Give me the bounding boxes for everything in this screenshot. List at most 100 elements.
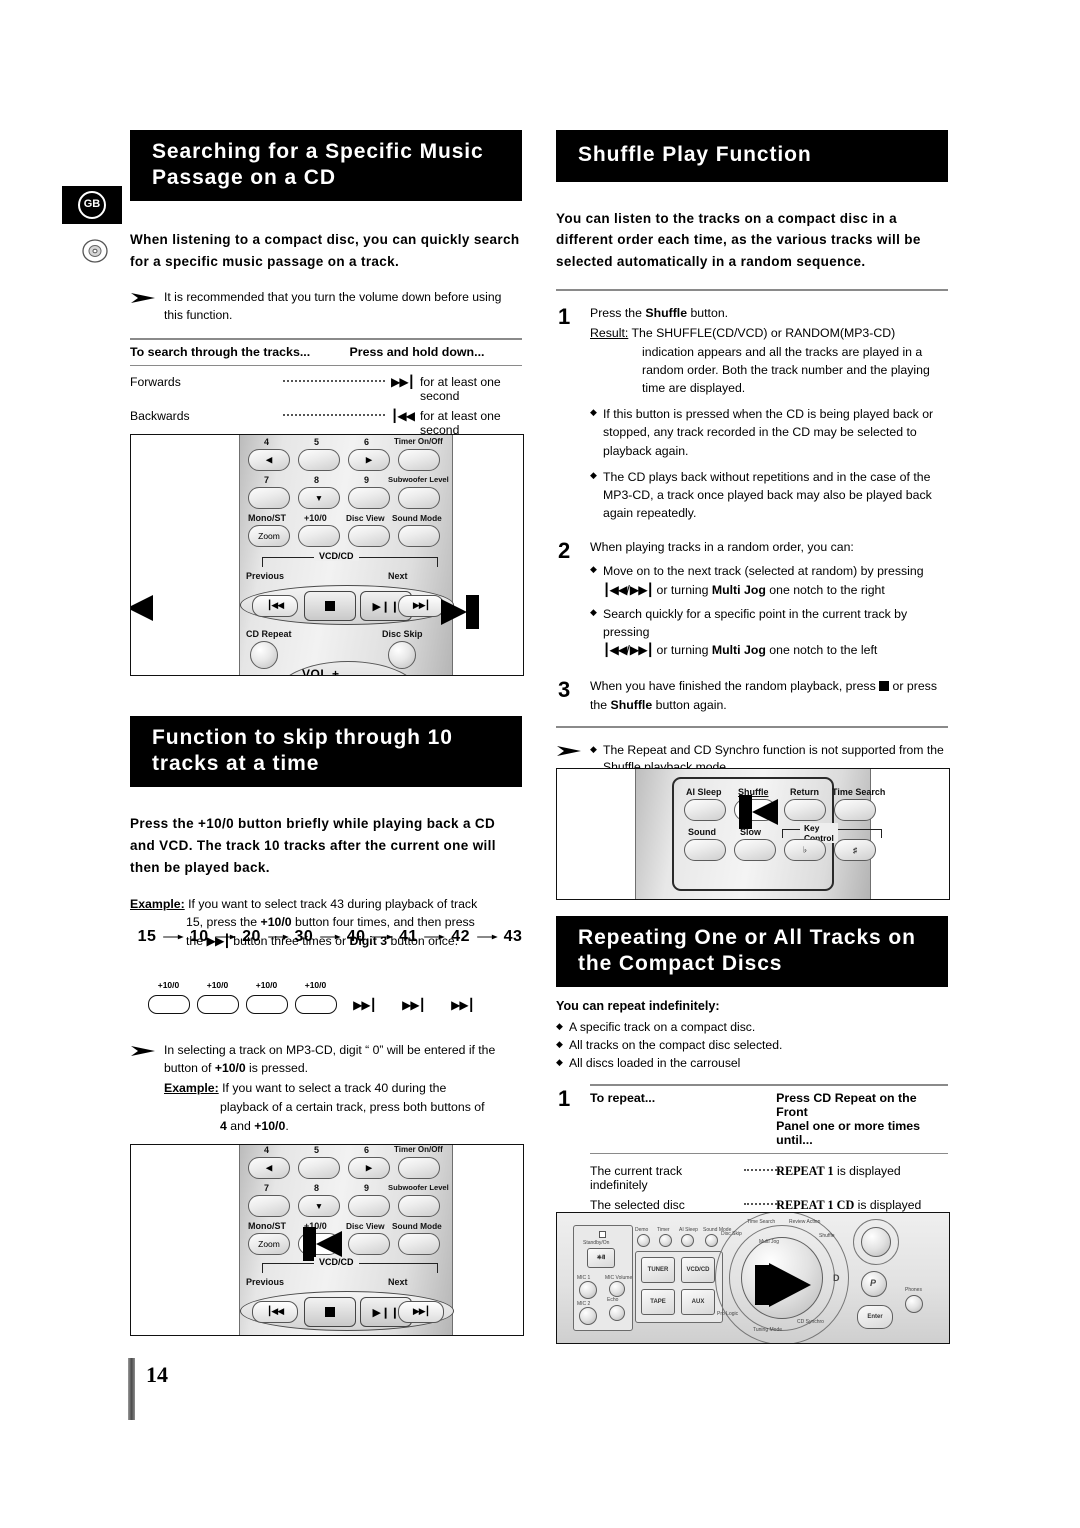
source-button-vcd-cd[interactable]: VCD/CD bbox=[681, 1257, 715, 1283]
panel-key-ai-sleep[interactable] bbox=[684, 799, 726, 821]
diamond-bullet-icon: ◆ bbox=[556, 1021, 563, 1032]
shuffle-step-3: 3 When you have finished the random play… bbox=[556, 677, 948, 713]
remote-key-5[interactable] bbox=[298, 449, 340, 471]
phones-label: Phones bbox=[905, 1287, 922, 1293]
press-plus10[interactable]: +10/0 bbox=[144, 980, 193, 1014]
sharp-glyph: ♯ bbox=[852, 845, 858, 855]
phones-jack[interactable] bbox=[905, 1295, 923, 1313]
mic2-jack[interactable] bbox=[579, 1307, 597, 1325]
remote-key-stop[interactable] bbox=[304, 591, 356, 621]
shuffle-step-2: 2 When playing tracks in a random order,… bbox=[556, 538, 948, 659]
remote-key-disc-skip[interactable] bbox=[388, 641, 416, 669]
remote-key-previous[interactable]: ┃◀◀ bbox=[252, 595, 298, 617]
remote-key-previous[interactable]: ┃◀◀ bbox=[252, 1301, 298, 1323]
remote-key-zoom[interactable]: Zoom bbox=[248, 1233, 290, 1255]
remote-key-8-down[interactable]: ▼ bbox=[298, 1195, 340, 1217]
skip10-note-line2-a: button of bbox=[164, 1060, 215, 1075]
remote-key-stop[interactable] bbox=[304, 1297, 356, 1327]
repeat-bullet-3: ◆ All discs loaded in the carrousel bbox=[556, 1056, 948, 1070]
sound-mode-button[interactable] bbox=[705, 1234, 718, 1247]
divider bbox=[130, 365, 522, 367]
remote-key-sound-mode[interactable] bbox=[398, 525, 440, 547]
step3-line-c: Shuffle bbox=[610, 697, 653, 712]
press-plus10[interactable]: +10/0 bbox=[291, 980, 340, 1014]
page-number: 14 bbox=[146, 1362, 168, 1387]
remote-key-disc-view[interactable] bbox=[348, 1233, 390, 1255]
bullet2-c: Multi Jog bbox=[711, 643, 766, 658]
remote-key-next[interactable]: ▶▶┃ bbox=[398, 595, 444, 617]
mic1-jack[interactable] bbox=[579, 1281, 597, 1299]
next-track-icon: ▶▶┃ bbox=[353, 998, 377, 1012]
source-button-tape[interactable]: TAPE bbox=[641, 1289, 675, 1315]
panel-key-slow[interactable] bbox=[734, 839, 776, 861]
remote-illustration-search: ▲ 4 5 6 Timer On/Off ◀ ▶ 7 8 9 Subwoofer… bbox=[130, 434, 524, 676]
remote-key-9[interactable] bbox=[348, 487, 390, 509]
standby-button[interactable]: ⎈/❙ bbox=[587, 1248, 615, 1268]
panel-key-sharp[interactable]: ♯ bbox=[834, 839, 876, 861]
row-value: for at least one second bbox=[420, 375, 501, 404]
remote-label-sound-mode: Sound Mode bbox=[392, 1221, 442, 1231]
volume-knob[interactable] bbox=[861, 1227, 891, 1257]
remote-label-mono-st: Mono/ST bbox=[248, 1221, 286, 1231]
remote-label-next: Next bbox=[388, 571, 408, 581]
flow-node: 42 bbox=[451, 928, 471, 945]
panel-key-flat[interactable]: ♭ bbox=[784, 839, 826, 861]
remote-key-disc-view[interactable] bbox=[348, 525, 390, 547]
remote-key-4-left[interactable]: ◀ bbox=[248, 1157, 290, 1179]
remote-label-previous: Previous bbox=[246, 1277, 285, 1287]
remote-key-8-down[interactable]: ▼ bbox=[298, 487, 340, 509]
remote-label-volume: VOL.+ bbox=[302, 667, 340, 676]
mic-volume-knob[interactable] bbox=[609, 1281, 625, 1297]
note-example-line3-d: . bbox=[285, 1118, 289, 1133]
step-number: 2 bbox=[558, 538, 571, 564]
page-number-bar bbox=[128, 1358, 135, 1420]
timer-button[interactable] bbox=[659, 1234, 672, 1247]
section-heading-shuffle: Shuffle Play Function bbox=[556, 130, 948, 182]
remote-key-4-left[interactable]: ◀ bbox=[248, 449, 290, 471]
remote-key-subwoofer[interactable] bbox=[398, 1195, 440, 1217]
arrow-right-icon bbox=[372, 934, 393, 940]
step2-bullet-2: ◆ Search quickly for a specific point in… bbox=[590, 606, 908, 658]
panel-key-return[interactable] bbox=[784, 799, 826, 821]
diamond-bullet-icon: ◆ bbox=[556, 1039, 563, 1050]
remote-key-timer[interactable] bbox=[398, 1157, 440, 1179]
press-plus10[interactable]: +10/0 bbox=[242, 980, 291, 1014]
remote-label-disc-skip: Disc Skip bbox=[382, 629, 423, 639]
ai-sleep-button[interactable] bbox=[681, 1234, 694, 1247]
remote-key-zoom[interactable]: Zoom bbox=[248, 525, 290, 547]
panel-label-return: Return bbox=[790, 787, 819, 797]
source-button-aux[interactable]: AUX bbox=[681, 1289, 715, 1315]
remote-key-6-right[interactable]: ▶ bbox=[348, 1157, 390, 1179]
demo-button[interactable] bbox=[637, 1234, 650, 1247]
remote-key-next[interactable]: ▶▶┃ bbox=[398, 1301, 444, 1323]
standby-label: Standby/On bbox=[583, 1240, 610, 1246]
remote-key-7[interactable] bbox=[248, 487, 290, 509]
remote-key-subwoofer[interactable] bbox=[398, 487, 440, 509]
arrow-right-icon bbox=[320, 934, 341, 940]
enter-button[interactable]: Enter bbox=[857, 1305, 893, 1329]
remote-key-5[interactable] bbox=[298, 1157, 340, 1179]
disc-icon bbox=[82, 239, 108, 263]
next-track-icon: ▶▶┃ bbox=[629, 643, 654, 658]
bullet2-a: Search quickly for a specific point in t… bbox=[603, 606, 908, 639]
step-number: 3 bbox=[558, 677, 571, 703]
remote-key-cd-repeat[interactable] bbox=[250, 641, 278, 669]
region-badge: GB bbox=[62, 186, 122, 224]
remote-label-mono-st: Mono/ST bbox=[248, 513, 286, 523]
echo-knob[interactable] bbox=[609, 1305, 625, 1321]
source-button-tuner[interactable]: TUNER bbox=[641, 1257, 675, 1283]
repeat-col1-header: To repeat... bbox=[590, 1091, 656, 1106]
remote-key-sound-mode[interactable] bbox=[398, 1233, 440, 1255]
callout-pointer-next bbox=[441, 595, 479, 629]
divider bbox=[590, 1153, 948, 1155]
top-label-timer: Timer bbox=[657, 1227, 670, 1233]
remote-key-9[interactable] bbox=[348, 1195, 390, 1217]
remote-key-7[interactable] bbox=[248, 1195, 290, 1217]
example-label: Example: bbox=[164, 1081, 219, 1096]
remote-key-6-right[interactable]: ▶ bbox=[348, 449, 390, 471]
remote-key-plus10[interactable] bbox=[298, 525, 340, 547]
remote-key-timer[interactable] bbox=[398, 449, 440, 471]
panel-key-time-search[interactable] bbox=[834, 799, 876, 821]
panel-key-sound[interactable] bbox=[684, 839, 726, 861]
press-plus10[interactable]: +10/0 bbox=[193, 980, 242, 1014]
